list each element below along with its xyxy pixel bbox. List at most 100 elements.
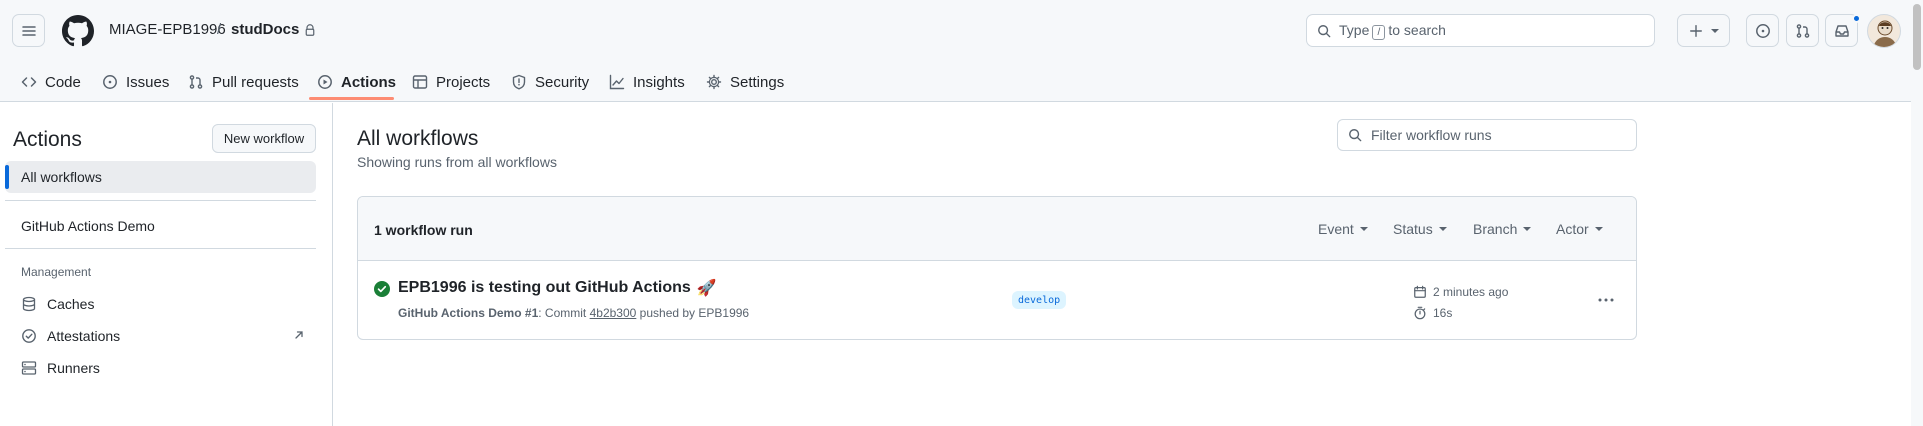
tab-label: Settings	[730, 73, 785, 91]
triangle-down-icon	[1523, 227, 1532, 231]
repo-nav-tabs: Code Issues Pull requests Actions Projec…	[0, 62, 1923, 102]
github-logo-icon[interactable]	[62, 15, 94, 47]
sidebar-item-label: Runners	[47, 360, 100, 376]
hamburger-icon	[21, 25, 36, 36]
sidebar-item-label: All workflows	[21, 169, 102, 185]
run-duration: 16s	[1413, 306, 1452, 320]
breadcrumb-repo[interactable]: studDocs	[231, 21, 316, 38]
tab-projects[interactable]: Projects	[404, 62, 498, 102]
sidebar-divider	[5, 200, 316, 201]
run-commit-label: : Commit	[538, 306, 587, 320]
runs-list-header: 1 workflow run Event Status Branch Actor	[358, 197, 1636, 261]
kebab-horizontal-icon	[1598, 298, 1614, 302]
actions-sidebar: Actions New workflow All workflows GitHu…	[0, 103, 333, 426]
gear-icon	[706, 74, 722, 90]
server-icon	[21, 361, 37, 375]
tab-label: Insights	[633, 73, 685, 91]
dropdown-label: Actor	[1556, 221, 1589, 237]
inbox-icon	[1834, 24, 1849, 37]
event-filter-dropdown[interactable]: Event	[1318, 221, 1368, 237]
filter-workflow-runs-input[interactable]: Filter workflow runs	[1337, 119, 1637, 151]
search-placeholder: Type / to search	[1339, 21, 1446, 40]
external-link-icon	[295, 331, 303, 339]
tab-issues[interactable]: Issues	[94, 62, 177, 102]
run-options-button[interactable]	[1594, 290, 1618, 310]
pull-requests-button[interactable]	[1786, 14, 1819, 47]
play-icon	[318, 75, 332, 89]
runs-count: 1 workflow run	[374, 222, 473, 238]
issue-opened-icon	[103, 75, 117, 89]
user-avatar-icon	[1873, 20, 1897, 47]
verified-icon	[22, 329, 36, 343]
table-row[interactable]: EPB1996 is testing out GitHub Actions 🚀 …	[358, 261, 1636, 339]
run-title: EPB1996 is testing out GitHub Actions	[398, 279, 691, 296]
time-ago: 2 minutes ago	[1433, 285, 1509, 299]
tab-security[interactable]: Security	[503, 62, 597, 102]
dropdown-label: Event	[1318, 221, 1354, 237]
slash-key-hint: /	[1372, 24, 1386, 40]
global-search-input[interactable]: Type / to search	[1306, 14, 1655, 47]
tab-insights[interactable]: Insights	[601, 62, 693, 102]
branch-label[interactable]: develop	[1012, 291, 1067, 309]
triangle-down-icon	[1359, 227, 1368, 231]
tab-label: Code	[45, 73, 81, 91]
code-icon	[21, 77, 37, 87]
hamburger-menu-button[interactable]	[12, 14, 45, 47]
triangle-down-icon	[1438, 227, 1447, 231]
run-timestamp: 2 minutes ago	[1413, 285, 1508, 299]
tab-label: Security	[535, 73, 590, 91]
tab-settings[interactable]: Settings	[698, 62, 792, 102]
issues-button[interactable]	[1746, 14, 1779, 47]
actor-filter-dropdown[interactable]: Actor	[1556, 221, 1603, 237]
sidebar-item-caches[interactable]: Caches	[21, 296, 94, 312]
run-pushed-by: pushed by EPB1996	[639, 306, 750, 320]
git-pull-request-icon	[1796, 23, 1809, 38]
graph-icon	[609, 74, 625, 90]
triangle-down-icon	[1710, 28, 1719, 33]
run-title-link[interactable]: EPB1996 is testing out GitHub Actions 🚀	[398, 278, 717, 298]
search-icon	[1318, 24, 1331, 37]
sidebar-item-runners[interactable]: Runners	[21, 360, 100, 376]
database-icon	[22, 296, 36, 312]
issue-opened-icon	[1755, 23, 1770, 38]
calendar-icon	[1414, 285, 1426, 298]
create-new-button[interactable]	[1677, 14, 1730, 47]
notification-dot	[1852, 14, 1861, 23]
new-workflow-button[interactable]: New workflow	[212, 124, 316, 153]
sidebar-divider	[5, 248, 316, 249]
tab-label: Issues	[126, 73, 170, 91]
branch-filter-dropdown[interactable]: Branch	[1473, 221, 1532, 237]
sidebar-item-label: Attestations	[47, 328, 121, 344]
top-bar: MIAGE-EPB1996 / studDocs Type / to search	[0, 0, 1923, 62]
run-number: #1	[524, 306, 539, 320]
page-subtitle: Showing runs from all workflows	[357, 154, 557, 170]
workflow-runs-list: 1 workflow run Event Status Branch Actor…	[357, 196, 1637, 340]
shield-icon	[512, 74, 526, 90]
plus-icon	[1689, 24, 1702, 37]
commit-sha-link[interactable]: 4b2b300	[590, 306, 637, 320]
filter-placeholder: Filter workflow runs	[1371, 127, 1492, 143]
tab-actions[interactable]: Actions	[309, 62, 404, 102]
breadcrumb-separator: /	[217, 21, 222, 38]
tab-code[interactable]: Code	[13, 62, 89, 102]
management-heading: Management	[21, 265, 92, 279]
stopwatch-icon	[1414, 306, 1426, 320]
breadcrumb-owner[interactable]: MIAGE-EPB1996	[109, 21, 226, 38]
sidebar-item-label: Caches	[47, 296, 95, 312]
tab-label: Actions	[341, 73, 397, 91]
table-icon	[412, 75, 428, 89]
page-title: All workflows	[357, 127, 479, 150]
tab-pull-requests[interactable]: Pull requests	[180, 62, 307, 102]
avatar[interactable]	[1867, 14, 1901, 48]
status-filter-dropdown[interactable]: Status	[1393, 221, 1447, 237]
scrollbar-thumb[interactable]	[1913, 4, 1921, 70]
tab-label: Projects	[436, 73, 491, 91]
app-header: MIAGE-EPB1996 / studDocs Type / to search	[0, 0, 1923, 102]
sidebar-item-github-actions-demo[interactable]: GitHub Actions Demo	[21, 218, 155, 234]
dropdown-label: Status	[1393, 221, 1433, 237]
lock-icon	[305, 23, 315, 36]
sidebar-title: Actions	[13, 128, 82, 151]
triangle-down-icon	[1594, 227, 1603, 231]
dropdown-label: Branch	[1473, 221, 1518, 237]
sidebar-item-attestations[interactable]: Attestations	[21, 328, 120, 344]
